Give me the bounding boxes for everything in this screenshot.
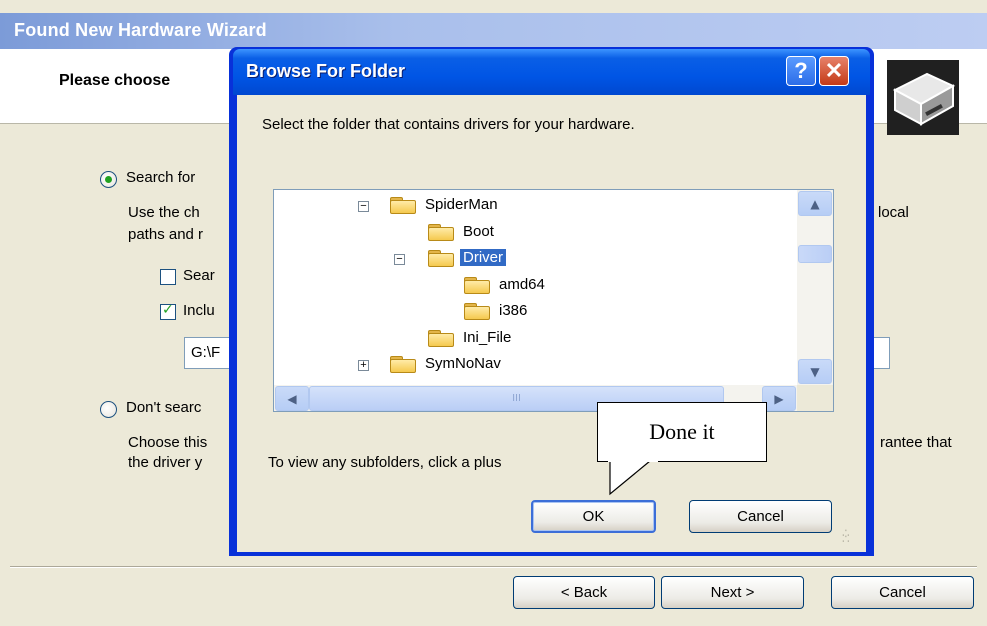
- hardware-icon: [887, 60, 959, 135]
- callout-tail: [609, 460, 651, 496]
- search-description-line2: paths and r: [128, 226, 204, 243]
- search-radio-label: Search for: [126, 169, 196, 186]
- wizard-title: Found New Hardware Wizard: [14, 20, 267, 40]
- tree-item-label: SpiderMan: [425, 196, 498, 213]
- dialog-prompt: Select the folder that contains drivers …: [262, 116, 635, 133]
- collapse-icon[interactable]: −: [394, 254, 405, 265]
- tree-item-i386[interactable]: i386: [430, 300, 670, 324]
- folder-icon: [428, 329, 454, 347]
- tree-item-amd64[interactable]: amd64: [430, 274, 670, 298]
- collapse-icon[interactable]: −: [358, 201, 369, 212]
- search-radio[interactable]: [100, 171, 117, 188]
- vertical-scrollbar[interactable]: [797, 190, 833, 385]
- tree-item-label: Ini_File: [463, 328, 512, 346]
- help-button[interactable]: ?: [786, 56, 816, 86]
- folder-icon: [390, 197, 416, 214]
- back-button[interactable]: < Back: [513, 576, 655, 609]
- folder-icon: [464, 303, 490, 320]
- dont-search-radio[interactable]: [100, 401, 117, 418]
- vertical-scroll-thumb[interactable]: [798, 245, 832, 263]
- expand-icon[interactable]: +: [358, 360, 369, 371]
- search-description: Use the ch: [128, 204, 200, 221]
- include-location-label: Inclu: [183, 302, 215, 319]
- dialog-cancel-button[interactable]: Cancel: [689, 500, 832, 533]
- path-input-end[interactable]: [874, 337, 890, 369]
- resize-grip-icon[interactable]: ∴ ∴: [842, 527, 862, 550]
- callout-join: [608, 460, 658, 462]
- tree-item-label: Boot: [463, 222, 494, 240]
- search-description-right: local: [878, 204, 909, 221]
- wizard-separator: [10, 566, 977, 568]
- dont-search-label: Don't searc: [126, 399, 202, 416]
- dont-search-description-line2: the driver y: [128, 454, 203, 471]
- tree-item-symnonav[interactable]: + SymNoNav: [358, 353, 598, 377]
- chevron-left-icon: ◀: [287, 391, 297, 406]
- folder-icon: [464, 276, 490, 294]
- dialog-hint: To view any subfolders, click a plus: [268, 454, 502, 471]
- search-removable-checkbox[interactable]: [160, 269, 176, 285]
- next-button[interactable]: Next >: [661, 576, 804, 609]
- tree-item-driver[interactable]: − Driver: [394, 247, 634, 271]
- tree-item-label: amd64: [499, 275, 545, 293]
- tree-item-boot[interactable]: Boot: [394, 221, 634, 245]
- tree-item-label: i386: [499, 302, 528, 319]
- close-button[interactable]: ✕: [819, 56, 849, 86]
- ok-button[interactable]: OK: [531, 500, 656, 533]
- checkmark-icon: ✓: [162, 302, 174, 318]
- scroll-up-button[interactable]: ▲: [798, 191, 832, 216]
- wizard-cancel-button[interactable]: Cancel: [831, 576, 974, 609]
- include-location-checkbox[interactable]: ✓: [160, 302, 176, 320]
- dont-search-description-right: rantee that: [880, 434, 952, 451]
- tree-item-label: Driver: [460, 249, 506, 266]
- folder-icon: [428, 250, 454, 267]
- scroll-right-button[interactable]: ▶: [762, 386, 796, 411]
- tree-item-spiderman[interactable]: − SpiderMan: [358, 194, 598, 218]
- dont-search-description: Choose this: [128, 434, 208, 451]
- folder-icon: [390, 356, 416, 373]
- search-removable-label: Sear: [183, 267, 215, 284]
- dialog-title: Browse For Folder: [246, 61, 406, 81]
- tree-item-ini-file[interactable]: Ini_File: [394, 327, 634, 351]
- scroll-down-button[interactable]: ▼: [798, 359, 832, 384]
- folder-icon: [428, 223, 454, 241]
- scrollbar-corner: [797, 385, 833, 411]
- close-icon: ✕: [824, 58, 844, 83]
- scroll-left-button[interactable]: ◀: [275, 386, 309, 411]
- chevron-right-icon: ▶: [774, 391, 784, 406]
- callout-text: Done it: [649, 419, 715, 444]
- chevron-up-icon: ▲: [810, 196, 820, 211]
- tree-item-label: SymNoNav: [425, 355, 501, 372]
- wizard-heading: Please choose: [59, 72, 171, 89]
- path-input-value: G:\F: [191, 344, 221, 361]
- chevron-down-icon: ▼: [810, 364, 820, 379]
